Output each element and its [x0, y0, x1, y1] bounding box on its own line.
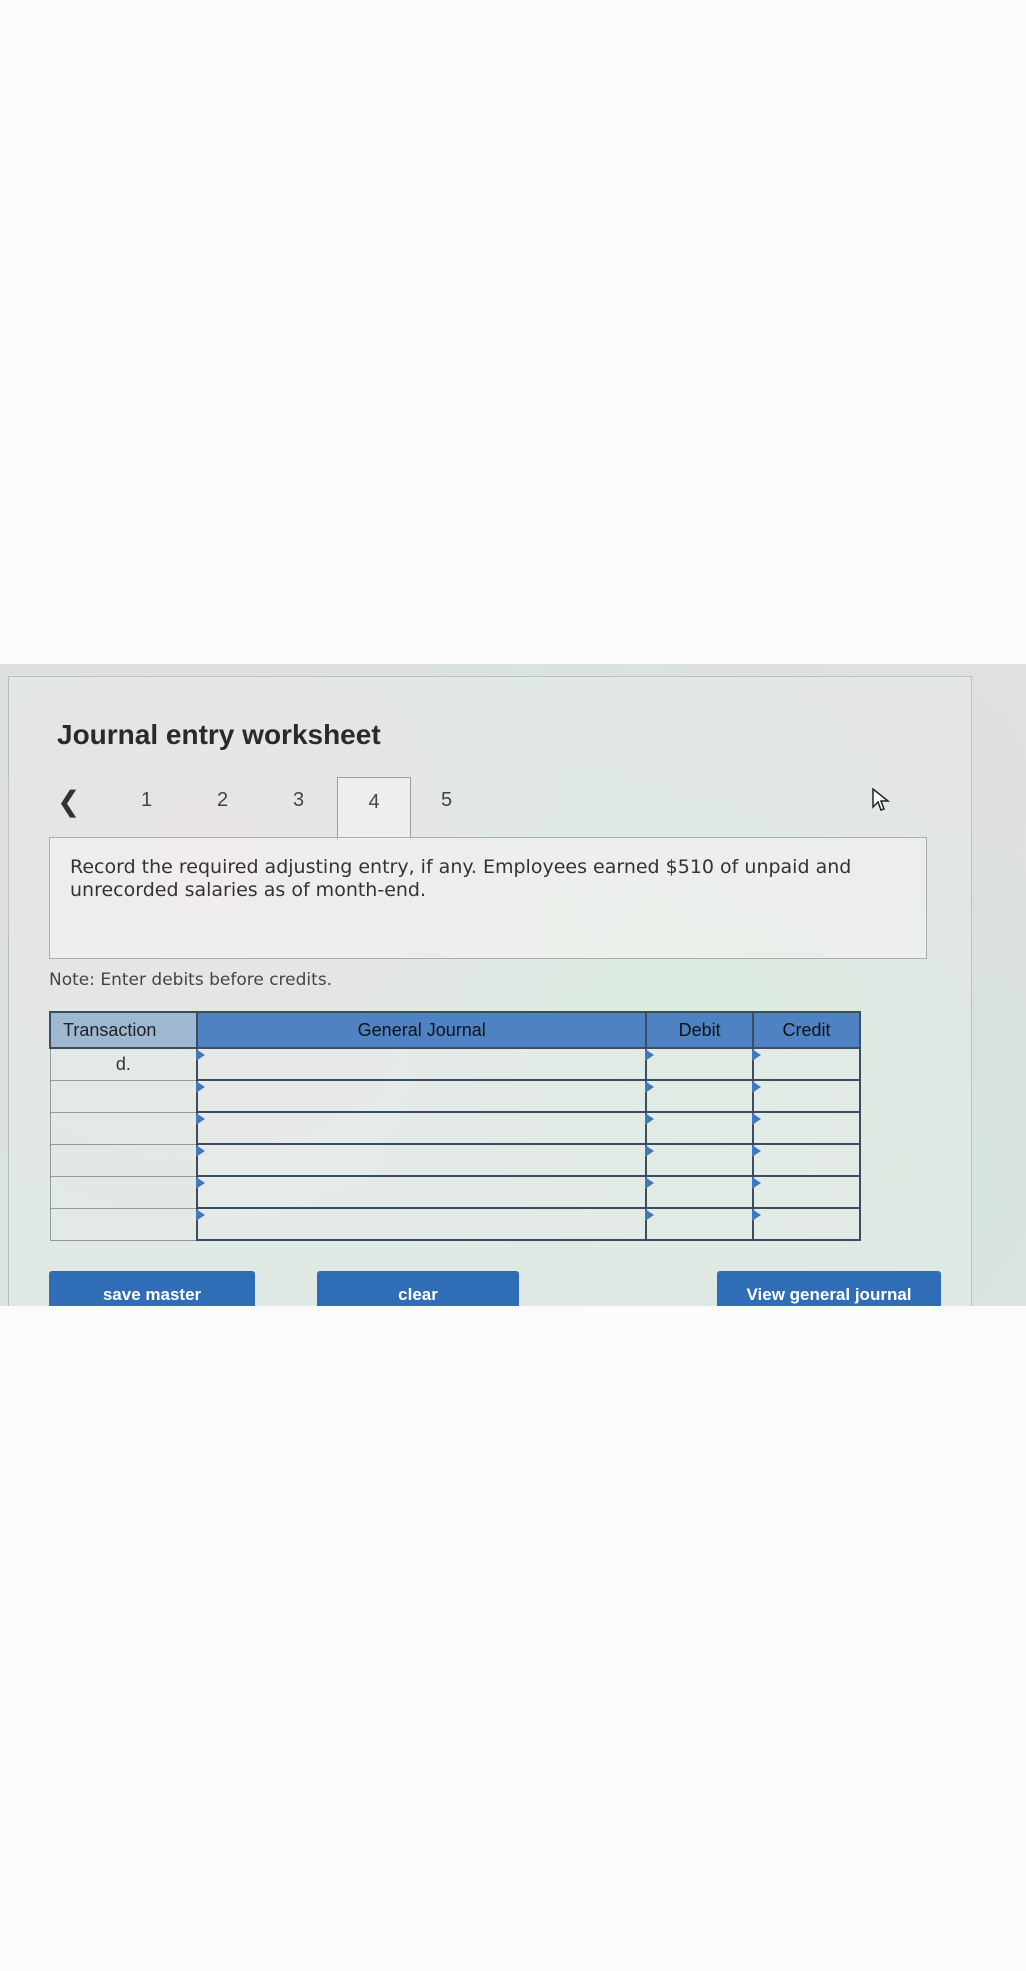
header-transaction: Transaction	[48, 1011, 199, 1049]
credit-input[interactable]	[752, 1207, 861, 1241]
transaction-cell	[49, 1175, 198, 1209]
dropdown-marker-icon	[196, 1209, 206, 1221]
credit-input[interactable]	[752, 1175, 861, 1209]
transaction-cell: d.	[49, 1047, 198, 1081]
table-row	[49, 1143, 861, 1177]
tab-3[interactable]: 3	[293, 789, 304, 812]
account-input[interactable]	[196, 1143, 648, 1177]
header-general-journal: General Journal	[196, 1011, 648, 1049]
screen-photo: Journal entry worksheet ❮ 1 2 3 4 5 Reco…	[0, 664, 1026, 1306]
debit-input[interactable]	[645, 1111, 755, 1145]
header-credit: Credit	[752, 1011, 861, 1049]
debit-input[interactable]	[645, 1143, 755, 1177]
debit-input[interactable]	[645, 1079, 755, 1113]
credit-input[interactable]	[752, 1079, 861, 1113]
dropdown-marker-icon	[196, 1081, 206, 1093]
dropdown-marker-icon	[645, 1145, 655, 1157]
save-button[interactable]: save master	[49, 1271, 255, 1306]
tab-2[interactable]: 2	[217, 789, 228, 812]
dropdown-marker-icon	[752, 1113, 762, 1125]
dropdown-marker-icon	[645, 1049, 655, 1061]
step-tabs: ❮ 1 2 3 4 5	[57, 777, 957, 840]
tab-4[interactable]: 4	[337, 777, 411, 840]
table-header-row: Transaction General Journal Debit Credit	[48, 1011, 861, 1049]
clear-button[interactable]: clear	[317, 1271, 519, 1306]
dropdown-marker-icon	[645, 1113, 655, 1125]
dropdown-marker-icon	[196, 1177, 206, 1189]
dropdown-marker-icon	[752, 1081, 762, 1093]
debit-input[interactable]	[645, 1207, 755, 1241]
dropdown-marker-icon	[196, 1113, 206, 1125]
dropdown-marker-icon	[196, 1145, 206, 1157]
transaction-cell	[49, 1207, 198, 1241]
view-general-journal-button[interactable]: View general journal	[717, 1271, 941, 1306]
account-input[interactable]	[196, 1047, 648, 1081]
credit-input[interactable]	[752, 1143, 861, 1177]
table-row: d.	[49, 1047, 861, 1081]
dropdown-marker-icon	[196, 1049, 206, 1061]
worksheet-panel: Journal entry worksheet ❮ 1 2 3 4 5 Reco…	[8, 676, 972, 1306]
dropdown-marker-icon	[752, 1177, 762, 1189]
dropdown-marker-icon	[752, 1145, 762, 1157]
transaction-cell	[49, 1111, 198, 1145]
debit-input[interactable]	[645, 1047, 755, 1081]
dropdown-marker-icon	[645, 1209, 655, 1221]
journal-table: Transaction General Journal Debit Credit…	[48, 1011, 861, 1241]
mouse-cursor-icon	[872, 787, 891, 811]
dropdown-marker-icon	[752, 1209, 762, 1221]
debit-input[interactable]	[645, 1175, 755, 1209]
account-input[interactable]	[196, 1111, 648, 1145]
transaction-cell	[49, 1143, 198, 1177]
table-row	[49, 1175, 861, 1209]
account-input[interactable]	[196, 1079, 648, 1113]
prompt-text: Record the required adjusting entry, if …	[70, 856, 852, 901]
table-row	[49, 1111, 861, 1145]
prompt-box: Record the required adjusting entry, if …	[49, 837, 927, 959]
dropdown-marker-icon	[752, 1049, 762, 1061]
account-input[interactable]	[196, 1175, 648, 1209]
tab-1[interactable]: 1	[141, 789, 152, 812]
note-text: Note: Enter debits before credits.	[49, 970, 333, 990]
dropdown-marker-icon	[645, 1081, 655, 1093]
table-row	[49, 1079, 861, 1113]
dropdown-marker-icon	[645, 1177, 655, 1189]
chevron-left-icon[interactable]: ❮	[57, 785, 80, 818]
transaction-cell	[49, 1079, 198, 1113]
credit-input[interactable]	[752, 1047, 861, 1081]
account-input[interactable]	[196, 1207, 648, 1241]
credit-input[interactable]	[752, 1111, 861, 1145]
header-debit: Debit	[645, 1011, 755, 1049]
page-title: Journal entry worksheet	[57, 719, 381, 750]
table-row	[49, 1207, 861, 1241]
tab-5[interactable]: 5	[441, 789, 452, 812]
